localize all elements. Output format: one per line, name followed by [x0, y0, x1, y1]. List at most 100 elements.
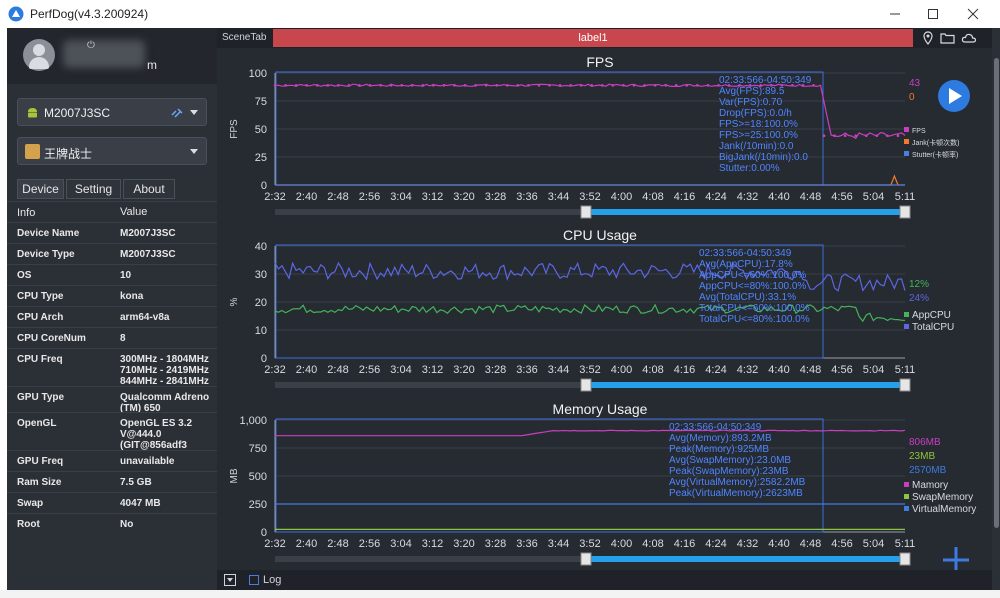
fps-point: [569, 84, 572, 87]
info-row: OpenGL OpenGL ES 3.2 V@444.0 (GIT@856adf3: [7, 412, 217, 451]
minimize-icon: [890, 13, 900, 15]
fps-point: [516, 84, 520, 87]
fps-point: [548, 84, 551, 87]
x-tick-label: 5:04: [863, 538, 884, 550]
close-button[interactable]: [954, 0, 992, 28]
x-tick-label: 2:40: [296, 364, 317, 376]
device-select-value: M2007J3SC: [44, 106, 111, 120]
x-tick-label: 2:48: [327, 538, 348, 550]
scene-tab[interactable]: SceneTab: [222, 32, 266, 43]
wireless-link-icon[interactable]: [170, 106, 184, 120]
range-handle-left: [580, 552, 592, 566]
range-fill: [589, 209, 905, 215]
x-tick-label: 3:28: [485, 364, 506, 376]
scene-bar: SceneTab label1: [217, 28, 992, 48]
sidebar: ⏻ m M2007J3SC 王牌战士 Device Setting About …: [7, 28, 217, 590]
app-select[interactable]: 王牌战士: [17, 137, 207, 165]
tab-about[interactable]: About: [123, 179, 175, 199]
fps-point: [833, 134, 836, 138]
maximize-button[interactable]: [914, 0, 952, 28]
info-row: CPU Type kona: [7, 285, 217, 306]
info-row: OS 10: [7, 264, 217, 285]
range-handle-left: [580, 378, 592, 392]
fps-point: [590, 84, 594, 87]
stat-line: Avg(VirtualMemory):2582.2MB: [669, 477, 806, 488]
x-tick-label: 4:16: [674, 364, 695, 376]
stat-line: Peak(Memory):925MB: [669, 444, 769, 455]
x-tick-label: 4:16: [674, 191, 695, 203]
range-fill: [589, 382, 905, 388]
chart-ylabel: FPS: [229, 119, 240, 139]
chart-title: Memory Usage: [553, 401, 648, 417]
location-pin-icon[interactable]: [921, 31, 935, 45]
stat-line: Peak(SwapMemory):23MB: [669, 466, 789, 477]
log-checkbox[interactable]: [249, 575, 259, 585]
chart-title: CPU Usage: [563, 227, 637, 243]
fps-point: [315, 84, 319, 87]
x-tick-label: 2:56: [359, 364, 380, 376]
info-row: CPU Freq 300MHz - 1804MHz 710MHz - 2419MH…: [7, 348, 217, 387]
charts-area: FPS FPS 0 25 50 75 100 2:32 2:40 2:48 2:56 3:04 3:12…: [229, 54, 976, 570]
x-tick-label: 3:44: [548, 538, 569, 550]
info-value: No: [120, 519, 134, 530]
stat-line: AppCPU<=60%:100.0%: [699, 270, 806, 281]
add-chart-button[interactable]: [943, 547, 969, 570]
x-tick-label: 4:48: [800, 191, 821, 203]
close-icon: [967, 8, 979, 20]
x-tick-label: 3:52: [579, 364, 600, 376]
x-tick-label: 2:40: [296, 538, 317, 550]
x-tick-label: 3:12: [422, 364, 443, 376]
scene-label[interactable]: label1: [273, 29, 913, 47]
info-row: GPU Type Qualcomm Adreno (TM) 650: [7, 386, 217, 414]
x-tick-label: 4:08: [642, 191, 663, 203]
info-value: Qualcomm Adreno (TM) 650: [120, 392, 210, 414]
info-row: GPU Freq unavailable: [7, 450, 217, 471]
current-value: 0: [909, 92, 915, 103]
fps-point: [864, 134, 868, 138]
fps-point: [474, 84, 477, 87]
fps-point: [337, 84, 340, 87]
fps-point: [305, 84, 308, 87]
tab-device[interactable]: Device: [17, 179, 64, 199]
fps-point: [410, 84, 414, 87]
username-suffix: m: [147, 58, 157, 72]
x-tick-label: 3:36: [516, 538, 537, 550]
legend-label: Mamory: [912, 480, 948, 491]
fps-point: [400, 84, 404, 87]
cloud-icon[interactable]: [961, 31, 977, 45]
legend-swatch: [904, 324, 909, 329]
collapse-toggle-button[interactable]: [224, 574, 236, 586]
info-row: Ram Size 7.5 GB: [7, 471, 217, 492]
fps-point: [696, 84, 699, 87]
jank-line: [275, 174, 905, 186]
x-tick-label: 3:44: [548, 191, 569, 203]
info-row: Swap 4047 MB: [7, 492, 217, 513]
stat-line: Avg(AppCPU):17.8%: [699, 259, 793, 270]
stat-line: Drop(FPS):0.0/h: [719, 108, 792, 119]
scrollbar-thumb[interactable]: [994, 58, 999, 528]
stat-line: BigJank(/10min):0.0: [719, 152, 808, 163]
fps-point: [368, 84, 372, 87]
current-value: 23MB: [909, 451, 935, 462]
fps-point: [643, 84, 646, 87]
x-tick-label: 3:04: [390, 191, 411, 203]
fps-point: [379, 84, 382, 87]
y-tick-label: 30: [255, 269, 267, 281]
x-tick-label: 4:40: [768, 191, 789, 203]
power-icon[interactable]: ⏻: [87, 40, 95, 51]
fps-point: [601, 84, 604, 87]
minimize-button[interactable]: [876, 0, 914, 28]
info-value: arm64-v8a: [120, 312, 170, 323]
folder-icon[interactable]: [940, 31, 955, 45]
window-title: PerfDog(v4.3.200924): [30, 7, 149, 21]
device-select[interactable]: M2007J3SC: [17, 98, 207, 126]
stat-line: Avg(Memory):893.2MB: [669, 433, 772, 444]
info-key: GPU Freq: [17, 456, 64, 467]
legend-swatch: [904, 494, 909, 499]
x-tick-label: 3:52: [579, 191, 600, 203]
x-tick-label: 4:24: [705, 364, 726, 376]
avatar-head: [33, 44, 45, 56]
y-tick-label: 75: [255, 96, 267, 108]
tab-setting[interactable]: Setting: [66, 179, 121, 199]
info-key: OS: [17, 270, 32, 281]
